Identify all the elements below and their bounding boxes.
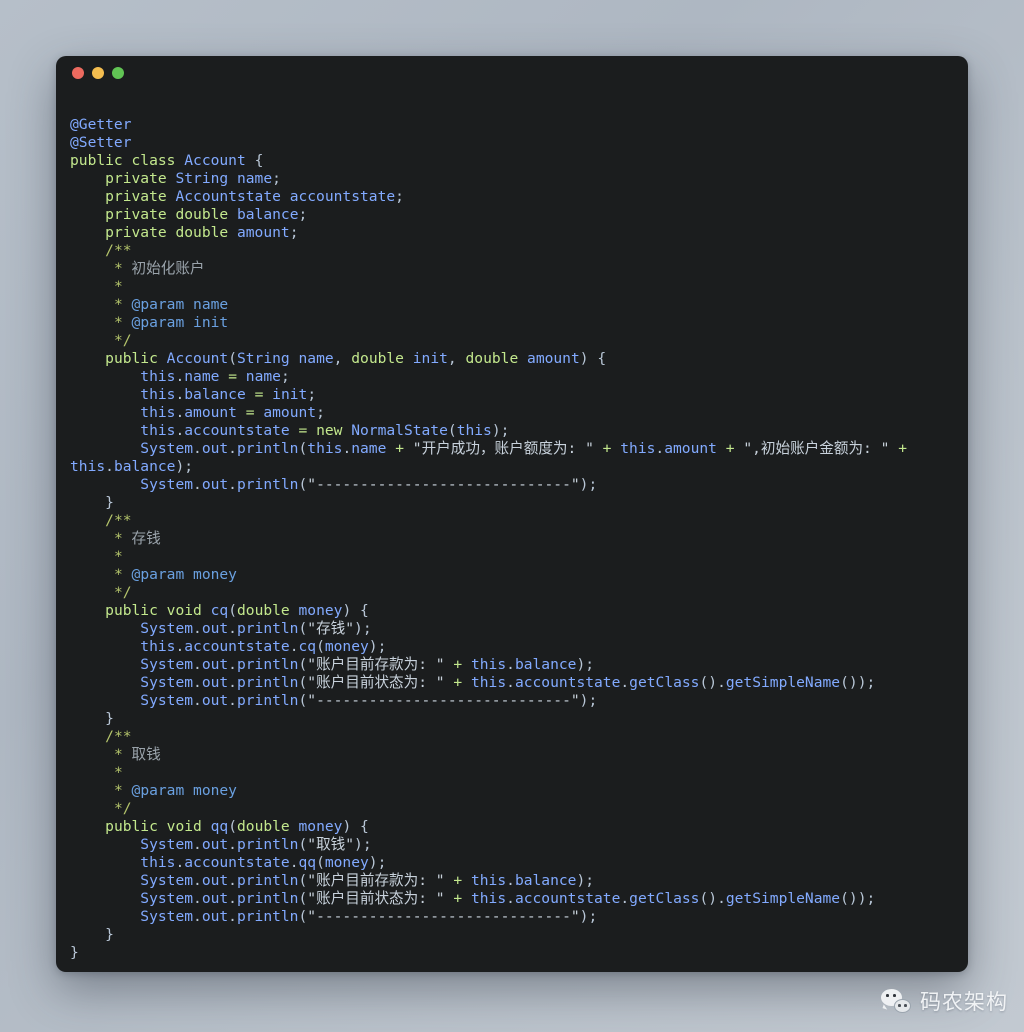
code-line: System.out.println(this.name + "开户成功，账户额… bbox=[70, 440, 908, 475]
code-line: * 初始化账户 bbox=[113, 260, 205, 277]
code-line: * @param money bbox=[113, 566, 237, 583]
code-line: System.out.println("账户目前存款为: " + this.ba… bbox=[140, 872, 595, 889]
code-line: System.out.println("取钱"); bbox=[140, 836, 372, 853]
code-line: * bbox=[113, 548, 123, 565]
code-line: */ bbox=[113, 584, 132, 601]
code-line: this.accountstate = new NormalState(this… bbox=[140, 422, 510, 439]
code-line: */ bbox=[113, 800, 132, 817]
window-titlebar bbox=[56, 56, 968, 90]
code-line: @Setter bbox=[70, 134, 132, 151]
code-line: */ bbox=[113, 332, 132, 349]
watermark-label: 码农架构 bbox=[920, 990, 1008, 1014]
code-line: System.out.println("账户目前状态为: " + this.ac… bbox=[140, 674, 876, 691]
code-line: * 取钱 bbox=[113, 746, 161, 763]
code-line: } bbox=[105, 926, 114, 943]
code-line: this.accountstate.cq(money); bbox=[140, 638, 387, 655]
watermark: 码农架构 bbox=[881, 986, 1008, 1016]
code-line: /** bbox=[105, 512, 132, 529]
code-line: * @param init bbox=[113, 314, 229, 331]
code-line: public class Account { bbox=[70, 152, 264, 169]
code-line: * bbox=[113, 278, 123, 295]
code-line: System.out.println("存钱"); bbox=[140, 620, 372, 637]
close-button[interactable] bbox=[72, 67, 84, 79]
code-line: } bbox=[70, 944, 79, 961]
minimize-button[interactable] bbox=[92, 67, 104, 79]
code-line: private double balance; bbox=[105, 206, 308, 223]
code-line: System.out.println("--------------------… bbox=[140, 476, 598, 493]
code-line: * @param name bbox=[113, 296, 229, 313]
code-line: private Accountstate accountstate; bbox=[105, 188, 404, 205]
code-window: @Getter @Setter public class Account { pri… bbox=[56, 56, 968, 972]
code-line: System.out.println("账户目前存款为: " + this.ba… bbox=[140, 656, 595, 673]
code-line: } bbox=[105, 710, 114, 727]
code-line: public Account(String name, double init,… bbox=[105, 350, 607, 367]
code-line: private String name; bbox=[105, 170, 281, 187]
code-line: public void qq(double money) { bbox=[105, 818, 369, 835]
code-block[interactable]: @Getter @Setter public class Account { pri… bbox=[56, 90, 968, 962]
code-line: System.out.println("--------------------… bbox=[140, 692, 598, 709]
code-line: @Getter bbox=[70, 116, 132, 133]
wechat-icon bbox=[881, 989, 911, 1013]
code-line: this.accountstate.qq(money); bbox=[140, 854, 387, 871]
code-line: System.out.println("账户目前状态为: " + this.ac… bbox=[140, 890, 876, 907]
code-line: * 存钱 bbox=[113, 530, 161, 547]
code-line: * bbox=[113, 764, 123, 781]
code-line: this.amount = amount; bbox=[140, 404, 325, 421]
code-line: private double amount; bbox=[105, 224, 299, 241]
code-line: } bbox=[105, 494, 114, 511]
code-line: System.out.println("--------------------… bbox=[140, 908, 598, 925]
code-line: public void cq(double money) { bbox=[105, 602, 369, 619]
code-line: /** bbox=[105, 728, 132, 745]
code-line: this.name = name; bbox=[140, 368, 290, 385]
code-line: this.balance = init; bbox=[140, 386, 317, 403]
maximize-button[interactable] bbox=[112, 67, 124, 79]
code-line: /** bbox=[105, 242, 132, 259]
code-line: * @param money bbox=[113, 782, 237, 799]
